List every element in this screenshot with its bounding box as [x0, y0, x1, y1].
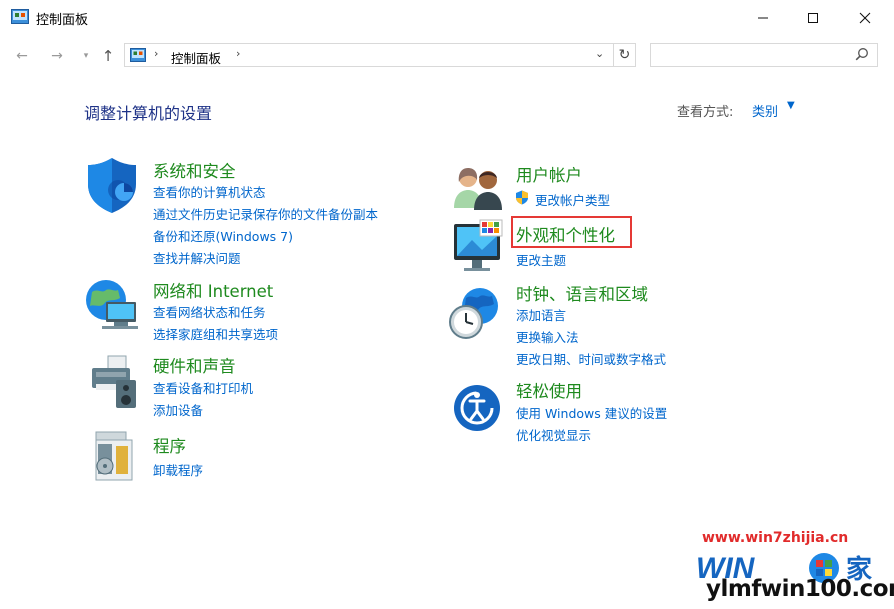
category-clock-language-region[interactable]: 时钟、语言和区域 — [516, 281, 648, 305]
category-user-accounts[interactable]: 用户帐户 — [516, 162, 582, 186]
arrow-up-icon: ↑ — [101, 47, 115, 65]
navigation-bar: ← → ▾ ↑ › 控制面板 › ⌄ ↻ — [0, 36, 894, 76]
maximize-icon — [808, 13, 818, 23]
page-title: 调整计算机的设置 — [84, 104, 213, 123]
link-file-history-backup[interactable]: 通过文件历史记录保存你的文件备份副本 — [153, 204, 378, 223]
personalization-monitor-icon[interactable] — [452, 218, 504, 274]
forward-button[interactable]: → — [47, 46, 67, 66]
maximize-button[interactable] — [790, 0, 836, 36]
clock-globe-icon[interactable] — [448, 286, 504, 340]
link-windows-recommended-settings[interactable]: 使用 Windows 建议的设置 — [516, 403, 667, 422]
title-bar: 控制面板 — [0, 0, 894, 36]
link-change-account-type[interactable]: 更改帐户类型 — [535, 190, 610, 209]
category-network-internet[interactable]: 网络和 Internet — [153, 278, 273, 302]
up-button[interactable]: ↑ — [98, 46, 118, 66]
shield-icon[interactable] — [84, 156, 140, 214]
link-add-language[interactable]: 添加语言 — [516, 305, 566, 324]
search-icon — [855, 48, 868, 61]
category-hardware-sound[interactable]: 硬件和声音 — [153, 353, 236, 377]
link-backup-restore-win7[interactable]: 备份和还原(Windows 7) — [153, 226, 293, 245]
recent-locations-button[interactable]: ▾ — [76, 46, 96, 66]
ease-of-access-icon[interactable] — [452, 383, 502, 433]
chevron-right-icon[interactable]: › — [236, 47, 240, 60]
link-network-status-tasks[interactable]: 查看网络状态和任务 — [153, 302, 266, 321]
refresh-icon: ↻ — [618, 47, 631, 63]
arrow-right-icon: → — [51, 48, 63, 64]
caret-down-icon[interactable]: ▼ — [787, 100, 795, 111]
category-ease-of-access[interactable]: 轻松使用 — [516, 378, 582, 402]
watermark-url: www.win7zhijia.cn — [702, 530, 849, 546]
link-add-device[interactable]: 添加设备 — [153, 400, 203, 419]
back-button[interactable]: ← — [12, 46, 32, 66]
link-uninstall-program[interactable]: 卸载程序 — [153, 460, 203, 479]
arrow-left-icon: ← — [16, 48, 28, 64]
uac-shield-icon — [516, 190, 528, 205]
programs-box-icon[interactable] — [94, 430, 134, 482]
minimize-button[interactable] — [740, 0, 786, 36]
chevron-down-icon: ▾ — [83, 51, 89, 61]
minimize-icon — [758, 17, 768, 19]
link-optimize-visual-display[interactable]: 优化视觉显示 — [516, 425, 591, 444]
category-system-security[interactable]: 系统和安全 — [153, 158, 236, 182]
category-programs[interactable]: 程序 — [153, 433, 186, 457]
view-by-label: 查看方式: — [677, 105, 734, 120]
link-devices-printers[interactable]: 查看设备和打印机 — [153, 378, 253, 397]
close-button[interactable] — [842, 0, 888, 36]
chevron-down-icon[interactable]: ⌄ — [595, 47, 604, 60]
watermark-site: ylmfwin100.com — [706, 576, 894, 602]
link-homegroup-sharing[interactable]: 选择家庭组和共享选项 — [153, 324, 278, 343]
chevron-right-icon[interactable]: › — [154, 47, 158, 60]
link-change-input-method[interactable]: 更换输入法 — [516, 327, 579, 346]
link-troubleshoot[interactable]: 查找并解决问题 — [153, 248, 241, 267]
breadcrumb-control-panel[interactable]: 控制面板 — [171, 48, 221, 67]
close-icon — [859, 12, 871, 24]
printer-speaker-icon[interactable] — [86, 354, 140, 410]
window-title: 控制面板 — [36, 13, 89, 28]
control-panel-icon — [130, 48, 146, 62]
link-change-date-time-format[interactable]: 更改日期、时间或数字格式 — [516, 349, 666, 368]
control-panel-icon — [11, 9, 29, 24]
search-input[interactable] — [650, 43, 878, 67]
link-change-theme[interactable]: 更改主题 — [516, 250, 566, 269]
view-by-dropdown[interactable]: 类别 — [752, 101, 778, 120]
network-globe-icon[interactable] — [84, 278, 140, 332]
link-view-computer-status[interactable]: 查看你的计算机状态 — [153, 182, 266, 201]
category-appearance-personalization[interactable]: 外观和个性化 — [516, 222, 615, 246]
refresh-button[interactable]: ↻ — [614, 43, 636, 67]
user-accounts-icon[interactable] — [452, 164, 504, 210]
address-bar[interactable]: › 控制面板 › ⌄ — [124, 43, 614, 67]
